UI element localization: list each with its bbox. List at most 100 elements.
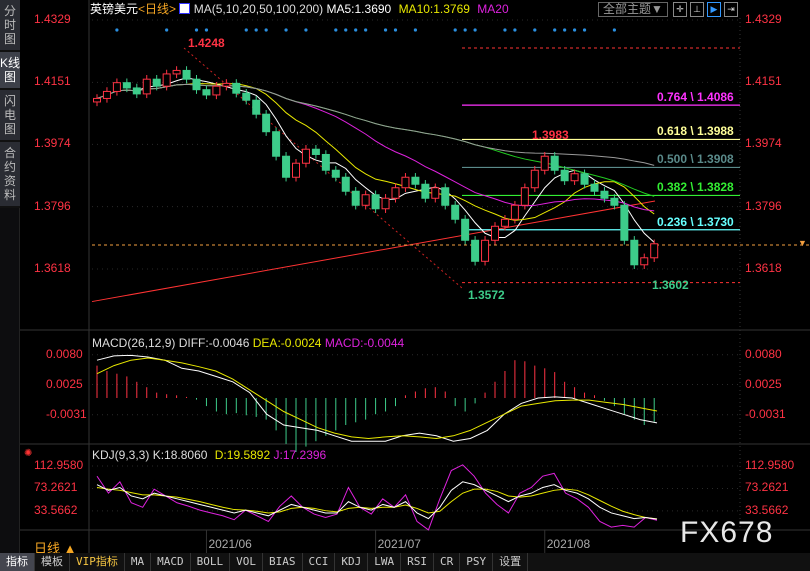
kdj-d: D:19.5892 — [214, 448, 271, 462]
price-label-right: 1.3618 — [745, 260, 782, 275]
date-label: 2021/07 — [377, 537, 421, 551]
macd-axis-left: 0.0080 — [46, 346, 83, 361]
signal-dot — [473, 28, 477, 32]
candle-body — [292, 162, 300, 178]
chart-canvas[interactable] — [0, 0, 810, 553]
signal-dot — [612, 28, 617, 32]
kdj-axis-left: 33.5662 — [34, 502, 78, 517]
kdj-axis-right: 112.9580 — [745, 458, 795, 472]
price-label-left: 1.4329 — [34, 12, 71, 26]
signal-dot — [334, 28, 338, 32]
candle-body — [331, 169, 340, 178]
toolbar-4[interactable]: MACD — [151, 553, 191, 571]
toolbar-2[interactable]: VIP指标 — [70, 553, 125, 571]
chart-header: 英镑美元<日线> MA(5,10,20,50,100,200) MA5:1.36… — [90, 0, 509, 18]
macd-axis-right: 0.0080 — [745, 346, 782, 361]
candle-body — [351, 190, 360, 206]
toolbar-14[interactable]: 设置 — [493, 553, 529, 571]
ma-legend-icon[interactable] — [179, 3, 191, 14]
theme-dropdown[interactable]: 全部主题▼ — [598, 2, 668, 17]
kdj-title: KDJ(9,3,3) — [92, 448, 150, 462]
move-right-icon[interactable]: ⇥ — [724, 2, 738, 17]
kdj-axis-left: 73.2621 — [34, 480, 78, 495]
toolbar-9[interactable]: KDJ — [335, 553, 369, 571]
toolbar-3[interactable]: MA — [125, 553, 152, 571]
macd-axis-right: -0.0031 — [745, 406, 786, 421]
candle-body — [142, 78, 151, 95]
price-label-right: 1.3796 — [745, 198, 782, 213]
candle-body — [301, 148, 310, 164]
candle-body — [481, 239, 490, 262]
date-label: 2021/08 — [546, 537, 591, 551]
kdj-axis-right: 33.5662 — [745, 502, 789, 517]
price-label-left: 1.4151 — [34, 74, 71, 89]
candle-body — [401, 176, 410, 189]
ma5-line — [96, 77, 655, 243]
macd-axis-right: 0.0025 — [745, 376, 782, 391]
ma5-value: MA5:1.3690 — [326, 2, 392, 16]
signal-dot — [284, 28, 288, 32]
candle-body — [550, 155, 559, 171]
candle-body — [212, 85, 221, 96]
price-label-right: 1.3974 — [745, 136, 782, 151]
candle-body — [122, 82, 131, 89]
high-annotation: 1.4248 — [188, 36, 225, 50]
toolbar-12[interactable]: CR — [434, 553, 461, 571]
kdj-k-line — [96, 481, 658, 520]
watermark: FX678 — [680, 516, 774, 549]
candle-body — [202, 89, 211, 96]
period-label[interactable]: <日线> — [138, 2, 176, 16]
signal-dot — [264, 28, 268, 32]
candle-body — [491, 225, 499, 241]
candle-body — [580, 173, 589, 185]
candle-body — [321, 153, 330, 171]
shift-right-icon[interactable]: ▶ — [707, 2, 721, 17]
candle-body — [441, 187, 450, 206]
signal-dot — [344, 28, 348, 32]
fib-level-label: 0.236 \ 1.3730 — [657, 214, 734, 229]
price-label-right: 1.4329 — [745, 12, 782, 26]
kdj-legend: KDJ(9,3,3) K:18.8060 D:19.5892 J:17.2396 — [92, 448, 326, 462]
signal-dot — [503, 28, 507, 32]
price-label-right: 1.4151 — [745, 74, 782, 89]
candle-body — [570, 173, 579, 182]
fib-level-label: 0.500 \ 1.3908 — [657, 152, 734, 167]
candle-body — [451, 204, 460, 220]
macd-value: MACD:-0.0044 — [324, 336, 405, 350]
kdj-axis-left: 112.9580 — [34, 458, 84, 472]
candle-body — [530, 169, 539, 189]
macd-axis-left: -0.0031 — [46, 406, 87, 421]
candle-body — [421, 183, 430, 199]
toolbar-8[interactable]: CCI — [303, 553, 336, 571]
kdj-j: J:17.2396 — [273, 448, 327, 462]
candle-body — [232, 82, 241, 94]
signal-dot — [393, 28, 398, 32]
macd-title: MACD(26,12,9) — [92, 336, 176, 350]
alarm-icon[interactable]: ✺ — [24, 448, 32, 459]
candle-body — [461, 218, 470, 241]
toolbar-0[interactable]: 指标 — [0, 553, 35, 571]
toolbar-5[interactable]: BOLL — [191, 553, 231, 571]
signal-dot — [563, 28, 567, 32]
candle-body — [132, 87, 141, 95]
crosshair-icon[interactable]: ✛ — [673, 2, 687, 17]
candle-body — [391, 187, 400, 199]
candle-body — [610, 197, 619, 206]
toolbar-11[interactable]: RSI — [401, 553, 434, 571]
candle-body — [371, 194, 380, 210]
toolbar-7[interactable]: BIAS — [263, 553, 303, 571]
indicator-toolbar: 指标 模板 VIP指标 MA MACD BOLL VOL BIAS CCI KDJ LWA RSI CR… — [0, 553, 810, 571]
toolbar-6[interactable]: VOL — [230, 553, 263, 571]
toolbar-1[interactable]: 模板 — [35, 553, 70, 571]
price-label-left: 1.3974 — [34, 136, 71, 151]
macd-diff: DIFF:-0.0046 — [178, 336, 250, 350]
signal-dot — [364, 28, 368, 32]
macd-axis-left: 0.0025 — [46, 376, 83, 391]
toolbar-13[interactable]: PSY — [460, 553, 494, 571]
toolbar-10[interactable]: LWA — [368, 553, 402, 571]
candle-body — [182, 69, 191, 80]
candle-body — [560, 169, 569, 182]
zoom-range-icon[interactable]: ⊥ — [690, 2, 704, 17]
macd-diff-line — [96, 354, 658, 442]
symbol-name: 英镑美元 — [90, 2, 139, 16]
